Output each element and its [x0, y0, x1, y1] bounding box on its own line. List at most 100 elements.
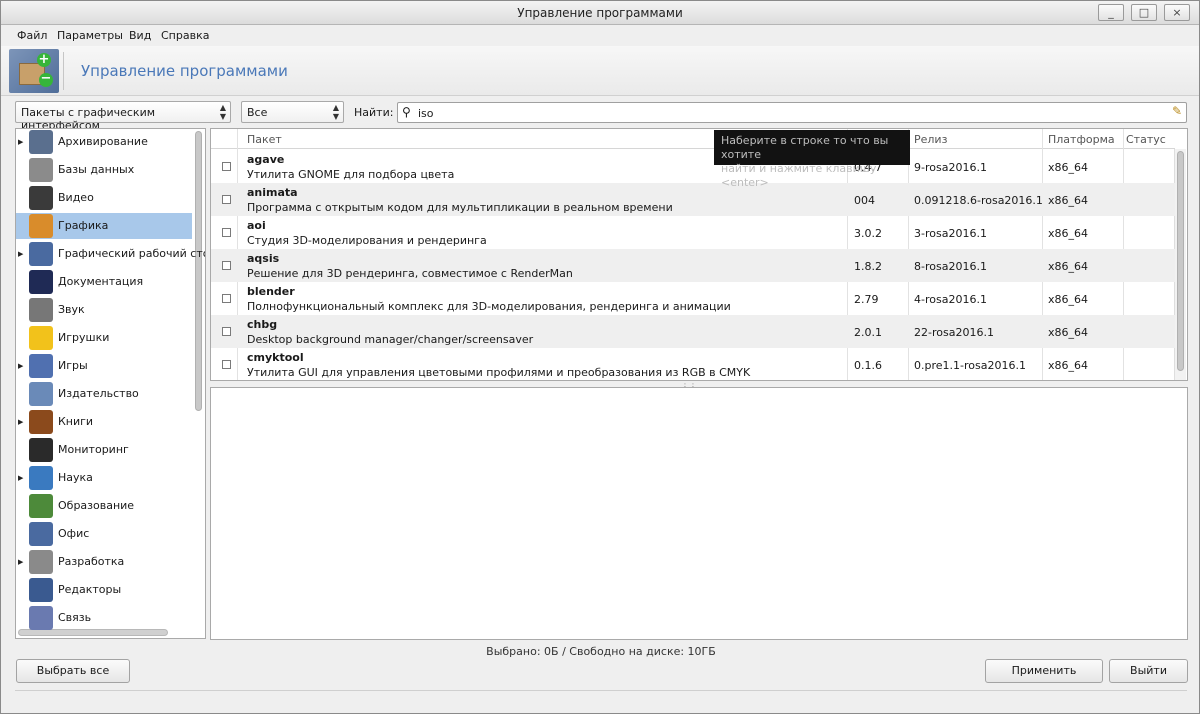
menu-help[interactable]: Справка — [161, 29, 209, 42]
package-platform: x86_64 — [1048, 326, 1089, 339]
column-platform[interactable]: Платформа — [1048, 133, 1115, 146]
sidebar-item-label: Наука — [58, 471, 93, 484]
sidebar-item[interactable]: ▶ Наука — [16, 465, 192, 491]
sidebar-item[interactable]: Игрушки — [16, 325, 192, 351]
package-release: 8-rosa2016.1 — [914, 260, 987, 273]
sidebar-item[interactable]: ▶ Графический рабочий стол — [16, 241, 205, 267]
table-row[interactable]: blender Полнофункциональный комплекс для … — [211, 282, 1175, 315]
package-state-select[interactable]: Все ▲ ▼ — [241, 101, 344, 123]
expand-arrow-icon[interactable]: ▶ — [18, 138, 23, 146]
bottom-divider — [15, 690, 1187, 691]
clear-brush-icon[interactable]: ✎ — [1172, 104, 1182, 118]
package-name: chbg — [247, 318, 278, 331]
table-row[interactable]: animata Программа с открытым кодом для му… — [211, 183, 1175, 216]
sidebar-item-label: Архивирование — [58, 135, 148, 148]
sidebar-item[interactable]: Документация — [16, 269, 192, 295]
package-name: cmyktool — [247, 351, 304, 364]
menu-view[interactable]: Вид — [129, 29, 151, 42]
sidebar-item[interactable]: Офис — [16, 521, 192, 547]
package-name: blender — [247, 285, 295, 298]
sidebar-item[interactable]: ▶ Архивирование — [16, 129, 192, 155]
expand-arrow-icon[interactable]: ▶ — [18, 418, 23, 426]
expand-arrow-icon[interactable]: ▶ — [18, 250, 23, 258]
table-row[interactable]: aqsis Решение для 3D рендеринга, совмести… — [211, 249, 1175, 282]
package-release: 0.pre1.1-rosa2016.1 — [914, 359, 1026, 372]
category-sidebar[interactable]: ▶ Архивирование Базы данных Видео Графика ▶ Гр… — [15, 128, 206, 639]
close-button[interactable]: × — [1164, 4, 1190, 21]
package-platform: x86_64 — [1048, 293, 1089, 306]
package-description: Утилита GUI для управления цветовыми про… — [247, 366, 751, 379]
menu-file[interactable]: Файл — [17, 29, 47, 42]
package-version: 1.8.2 — [854, 260, 882, 273]
package-description: Решение для 3D рендеринга, совместимое с… — [247, 267, 573, 280]
sidebar-item[interactable]: Звук — [16, 297, 192, 323]
column-package[interactable]: Пакет — [247, 133, 282, 146]
expand-arrow-icon[interactable]: ▶ — [18, 474, 23, 482]
sidebar-item[interactable]: Видео — [16, 185, 192, 211]
quit-button[interactable]: Выйти — [1109, 659, 1188, 683]
table-row[interactable]: agave Утилита GNOME для подбора цвета 0.4.… — [211, 150, 1175, 183]
sidebar-item-label: Базы данных — [58, 163, 135, 176]
column-status[interactable]: Статус — [1126, 133, 1166, 146]
office-icon — [29, 522, 53, 546]
package-checkbox[interactable] — [222, 360, 231, 369]
monitor-icon — [29, 438, 53, 462]
package-platform: x86_64 — [1048, 260, 1089, 273]
table-row[interactable]: chbg Desktop background manager/changer/s… — [211, 315, 1175, 348]
sidebar-item[interactable]: Редакторы — [16, 577, 192, 603]
sidebar-item-label: Графический рабочий стол — [58, 247, 206, 260]
package-checkbox[interactable] — [222, 195, 231, 204]
package-details-pane — [210, 387, 1188, 640]
package-checkbox[interactable] — [222, 327, 231, 336]
package-table: Пакет Релиз Платформа Статус agave Утилит… — [210, 128, 1188, 381]
sidebar-item[interactable]: Мониторинг — [16, 437, 192, 463]
package-checkbox[interactable] — [222, 294, 231, 303]
column-release[interactable]: Релиз — [914, 133, 947, 146]
expand-arrow-icon[interactable]: ▶ — [18, 362, 23, 370]
package-state-value: Все — [247, 106, 268, 119]
sidebar-item[interactable]: ▶ Игры — [16, 353, 192, 379]
package-platform: x86_64 — [1048, 161, 1089, 174]
expand-arrow-icon[interactable]: ▶ — [18, 558, 23, 566]
package-manager-icon: + − — [9, 49, 59, 93]
sidebar-item[interactable]: Образование — [16, 493, 192, 519]
sidebar-item[interactable]: ▶ Книги — [16, 409, 192, 435]
speaker-icon — [29, 298, 53, 322]
sidebar-item[interactable]: Издательство — [16, 381, 192, 407]
package-checkbox[interactable] — [222, 228, 231, 237]
table-vertical-scrollbar[interactable] — [1174, 149, 1186, 380]
search-input[interactable]: ⚲ iso ✎ — [397, 102, 1187, 123]
menu-params[interactable]: Параметры — [57, 29, 123, 42]
science-icon — [29, 466, 53, 490]
select-all-button[interactable]: Выбрать все — [16, 659, 130, 683]
package-version: 004 — [854, 194, 875, 207]
package-type-select[interactable]: Пакеты с графическим интерфейсом ▲ ▼ — [15, 101, 231, 132]
sidebar-item[interactable]: Связь — [16, 605, 192, 631]
package-name: animata — [247, 186, 298, 199]
package-description: Desktop background manager/changer/scree… — [247, 333, 534, 346]
sidebar-vertical-scrollbar[interactable] — [193, 131, 204, 621]
sidebar-item[interactable]: ▶ Разработка — [16, 549, 192, 575]
table-row[interactable]: cmyktool Утилита GUI для управления цвето… — [211, 348, 1175, 380]
apply-button[interactable]: Применить — [985, 659, 1103, 683]
package-version: 2.79 — [854, 293, 879, 306]
sidebar-item[interactable]: Базы данных — [16, 157, 192, 183]
package-release: 3-rosa2016.1 — [914, 227, 987, 240]
book-icon — [29, 410, 53, 434]
table-row[interactable]: aoi Студия 3D-моделирования и рендеринга 3… — [211, 216, 1175, 249]
sidebar-item-label: Мониторинг — [58, 443, 129, 456]
sidebar-item-label: Связь — [58, 611, 92, 624]
blackboard-icon — [29, 494, 53, 518]
minimize-button[interactable]: _ — [1098, 4, 1124, 21]
maximize-button[interactable]: □ — [1131, 4, 1157, 21]
sidebar-item-label: Звук — [58, 303, 85, 316]
package-checkbox[interactable] — [222, 162, 231, 171]
database-icon — [29, 158, 53, 182]
star-doc-icon — [29, 270, 53, 294]
sidebar-item[interactable]: Графика — [16, 213, 192, 239]
search-value: iso — [418, 107, 434, 120]
table-header: Пакет Релиз Платформа Статус — [211, 129, 1175, 149]
package-release: 22-rosa2016.1 — [914, 326, 994, 339]
sidebar-item-label: Документация — [58, 275, 144, 288]
package-checkbox[interactable] — [222, 261, 231, 270]
